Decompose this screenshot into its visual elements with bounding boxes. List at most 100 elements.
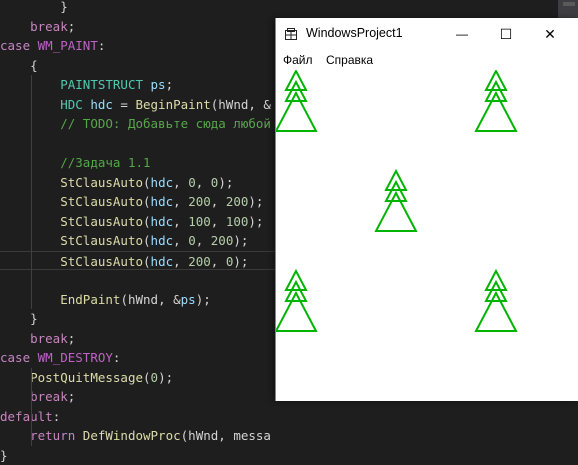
code-token: hdc <box>150 233 174 248</box>
tree-shape <box>374 168 418 232</box>
code-token: } <box>60 0 68 14</box>
tree-triangle <box>276 90 318 132</box>
code-token: , <box>173 233 189 248</box>
code-line: break; <box>0 329 75 348</box>
code-token: ps <box>180 291 196 307</box>
code-token: , <box>195 233 211 248</box>
code-token: ; <box>67 389 76 404</box>
code-token: 200 <box>188 194 211 209</box>
code-token: HDC <box>60 96 91 112</box>
code-token: WM_DESTROY <box>37 350 113 365</box>
tree-triangle <box>474 90 518 132</box>
window-title: WindowsProject1 <box>306 26 403 40</box>
app-icon <box>285 28 297 40</box>
code-token: PAINTSTRUCT <box>60 77 151 92</box>
close-button[interactable]: ✕ <box>528 18 572 50</box>
code-line: //Задача 1.1 <box>0 153 151 172</box>
code-line: StClausAuto(hdc, 0, 200); <box>0 231 248 250</box>
code-token: , <box>210 213 226 229</box>
code-token: } <box>30 311 38 326</box>
code-token: PostQuitMessage <box>30 369 143 385</box>
indent-guide <box>31 74 32 309</box>
code-line: break; <box>0 17 75 36</box>
code-line: StClausAuto(hdc, 200, 200); <box>0 192 263 211</box>
indent-guide <box>31 367 32 446</box>
code-token: EndPaint <box>60 291 121 307</box>
tree-triangle <box>374 190 418 232</box>
code-line: { <box>0 56 38 75</box>
code-token: break <box>30 389 68 404</box>
code-line: // TODO: Добавьте сюда любой <box>0 114 271 133</box>
code-token: ; <box>67 18 76 34</box>
code-token: (hWnd, messa <box>180 428 271 443</box>
code-token: 200 <box>188 253 211 269</box>
code-token: ( <box>143 253 151 269</box>
code-line: } <box>0 446 8 465</box>
code-token: ; <box>67 330 76 346</box>
code-token: 0 <box>150 369 159 385</box>
code-token: , <box>173 253 189 269</box>
code-token: break <box>30 330 68 346</box>
code-token: , <box>173 194 189 209</box>
code-token: 200 <box>210 233 234 248</box>
window-titlebar[interactable]: WindowsProject1 — ☐ ✕ <box>276 18 578 50</box>
code-token: ( <box>143 369 151 385</box>
code-token: = <box>112 96 136 112</box>
code-token: : <box>112 350 121 365</box>
menu-item-help[interactable]: Справка <box>326 53 373 67</box>
menu-item-file[interactable]: Файл <box>283 53 313 67</box>
code-token: } <box>0 447 8 463</box>
code-token: hdc <box>150 213 174 229</box>
scrollbar-marker <box>563 2 575 6</box>
code-token: hdc <box>150 253 174 269</box>
code-token: case <box>0 38 38 53</box>
tree-shape <box>474 70 518 132</box>
code-token: , <box>210 194 226 209</box>
code-token: ( <box>143 194 151 209</box>
code-token: , <box>173 174 189 190</box>
code-token: ); <box>233 233 249 248</box>
app-window: WindowsProject1 — ☐ ✕ Файл Справка <box>275 18 578 401</box>
code-token: ps <box>150 77 166 92</box>
code-line: HDC hdc = BeginPaint(hWnd, & <box>0 95 271 114</box>
code-token: : <box>97 38 106 53</box>
client-area <box>276 70 518 332</box>
code-token: , <box>210 253 226 269</box>
code-token: DefWindowProc <box>82 428 181 443</box>
code-token: ); <box>158 369 174 385</box>
code-token: (hWnd, & <box>120 291 181 307</box>
code-token: //Задача 1.1 <box>60 155 151 170</box>
tree-shape <box>276 70 318 132</box>
code-token: hdc <box>90 96 113 112</box>
code-token: StClausAuto <box>60 233 144 248</box>
code-token: 100 <box>225 213 249 229</box>
code-token: 100 <box>188 213 211 229</box>
code-token: 200 <box>225 194 249 209</box>
code-token: StClausAuto <box>60 213 144 229</box>
minimize-icon: — <box>456 27 468 41</box>
code-token: ); <box>248 194 264 209</box>
code-token: StClausAuto <box>60 194 144 209</box>
code-token: ( <box>143 213 151 229</box>
code-line: PAINTSTRUCT ps; <box>0 75 173 94</box>
code-token: StClausAuto <box>60 253 144 269</box>
code-line: StClausAuto(hdc, 0, 0); <box>0 173 233 192</box>
code-line: } <box>0 0 68 16</box>
code-token: (hWnd, & <box>210 96 271 112</box>
code-token: ( <box>143 233 151 248</box>
code-token: break <box>30 18 68 34</box>
minimize-button[interactable]: — <box>440 18 484 50</box>
code-line: break; <box>0 387 75 406</box>
code-line: return DefWindowProc(hWnd, messa <box>0 426 271 445</box>
tree-triangle <box>276 290 318 332</box>
code-token: case <box>0 350 38 365</box>
code-token: 0 <box>188 174 196 190</box>
code-token: , <box>195 174 211 190</box>
code-token: ); <box>218 174 234 190</box>
code-token: ( <box>143 174 151 190</box>
code-token: hdc <box>150 194 174 209</box>
code-token: ); <box>248 213 264 229</box>
code-token: ; <box>165 77 174 92</box>
maximize-button[interactable]: ☐ <box>484 18 528 50</box>
tree-triangle <box>474 290 518 332</box>
